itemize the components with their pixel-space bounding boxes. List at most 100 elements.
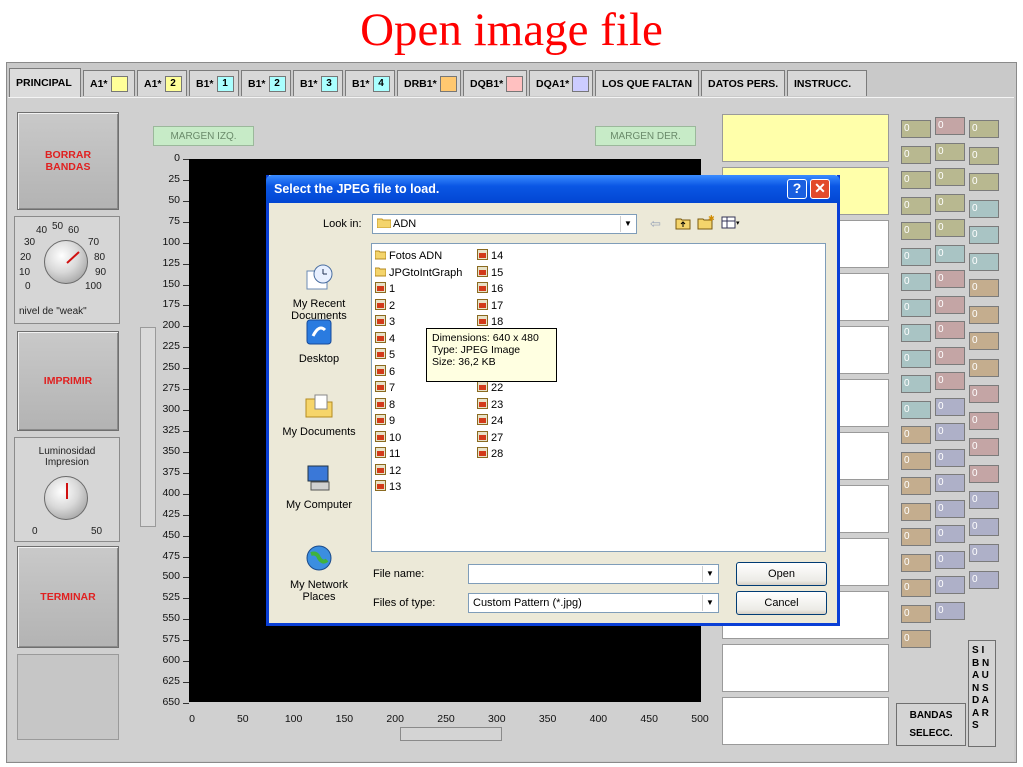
- tab-11[interactable]: DATOS PERS.: [701, 70, 785, 96]
- band-value-field[interactable]: 0: [969, 252, 999, 271]
- band-value-field[interactable]: 0: [935, 474, 965, 492]
- band-value-field[interactable]: 0: [935, 117, 965, 135]
- band-value-field[interactable]: 0: [901, 120, 931, 138]
- band-value-field[interactable]: 0: [901, 553, 931, 572]
- band-value-field[interactable]: 0: [935, 321, 965, 339]
- file-item[interactable]: 22: [477, 380, 503, 396]
- file-item[interactable]: 3: [375, 314, 395, 330]
- file-item[interactable]: 5: [375, 347, 395, 363]
- bandas-selecc-button[interactable]: BANDAS SELECC.: [896, 703, 966, 746]
- file-item[interactable]: 28: [477, 446, 503, 462]
- band-value-field[interactable]: 0: [935, 270, 965, 288]
- file-item[interactable]: 24: [477, 413, 503, 429]
- band-value-field[interactable]: 0: [935, 372, 965, 390]
- band-value-field[interactable]: 0: [969, 464, 999, 483]
- band-value-field[interactable]: 0: [969, 411, 999, 430]
- place-network[interactable]: My Network Places: [274, 530, 364, 615]
- band-value-field[interactable]: 0: [935, 576, 965, 594]
- file-item[interactable]: 6: [375, 364, 395, 380]
- band-value-field[interactable]: 0: [935, 423, 965, 441]
- margen-der-control[interactable]: MARGEN DER.: [595, 126, 696, 146]
- tab-10[interactable]: LOS QUE FALTAN: [595, 70, 699, 96]
- band-value-field[interactable]: 0: [969, 358, 999, 377]
- file-item[interactable]: JPGtoIntGraph: [375, 265, 462, 281]
- file-item[interactable]: 4: [375, 331, 395, 347]
- file-item[interactable]: 17: [477, 298, 503, 314]
- cancel-button[interactable]: Cancel: [736, 591, 827, 615]
- file-item[interactable]: 27: [477, 430, 503, 446]
- band-value-field[interactable]: 0: [901, 375, 931, 393]
- band-value-field[interactable]: 0: [901, 400, 931, 419]
- file-item[interactable]: 10: [375, 430, 401, 446]
- band-value-field[interactable]: 0: [935, 193, 965, 212]
- look-in-dropdown[interactable]: ADN ▼: [372, 214, 637, 234]
- back-icon[interactable]: ⇦: [650, 216, 661, 232]
- band-value-field[interactable]: 0: [901, 502, 931, 521]
- band-value-field[interactable]: 0: [935, 168, 965, 186]
- file-item[interactable]: 23: [477, 397, 503, 413]
- band-value-field[interactable]: 0: [901, 477, 931, 495]
- place-my-documents[interactable]: My Documents: [274, 389, 364, 438]
- band-value-field[interactable]: 0: [935, 448, 965, 467]
- weak-level-knob[interactable]: [44, 240, 88, 284]
- band-value-field[interactable]: 0: [901, 145, 931, 164]
- files-of-type-dropdown[interactable]: Custom Pattern (*.jpg) ▼: [468, 593, 719, 613]
- band-value-field[interactable]: 0: [935, 525, 965, 543]
- banda-slot[interactable]: [722, 114, 889, 162]
- band-value-field[interactable]: 0: [901, 604, 931, 623]
- band-value-field[interactable]: 0: [969, 173, 999, 191]
- band-value-field[interactable]: 0: [901, 222, 931, 240]
- up-folder-icon[interactable]: [675, 215, 691, 235]
- close-icon[interactable]: ✕: [810, 179, 830, 199]
- file-item[interactable]: 16: [477, 281, 503, 297]
- tab-9[interactable]: DQA1*: [529, 70, 593, 96]
- terminar-button[interactable]: TERMINAR: [17, 546, 119, 648]
- band-value-field[interactable]: 0: [969, 570, 999, 589]
- horizontal-scrollbar[interactable]: [400, 727, 502, 741]
- tab-6[interactable]: B1* 4: [345, 70, 395, 96]
- file-item[interactable]: 13: [375, 479, 401, 495]
- band-value-field[interactable]: 0: [935, 550, 965, 569]
- luminosidad-knob[interactable]: [44, 476, 88, 520]
- band-value-field[interactable]: 0: [935, 244, 965, 263]
- tab-2[interactable]: A1* 2: [137, 70, 187, 96]
- band-value-field[interactable]: 0: [935, 601, 965, 620]
- band-value-field[interactable]: 0: [969, 491, 999, 509]
- file-list[interactable]: Fotos ADN JPGtoIntGraph 1 2 3 4 5 6 7 8 9 10 11 12 13 1…: [371, 243, 826, 552]
- band-value-field[interactable]: 0: [969, 305, 999, 324]
- file-item[interactable]: 12: [375, 463, 401, 479]
- band-value-field[interactable]: 0: [935, 295, 965, 314]
- view-menu-icon[interactable]: ▾: [721, 215, 743, 235]
- margen-izq-control[interactable]: MARGEN IZQ.: [153, 126, 254, 146]
- band-value-field[interactable]: 0: [969, 438, 999, 456]
- open-button[interactable]: Open: [736, 562, 827, 586]
- bandas-sin-usar-button[interactable]: S IB NA UN SD AA RS: [968, 640, 996, 747]
- file-item[interactable]: 8: [375, 397, 395, 413]
- banda-slot[interactable]: [722, 644, 889, 692]
- tab-12[interactable]: INSTRUCC.: [787, 70, 867, 96]
- file-item[interactable]: 11: [375, 446, 400, 462]
- place-desktop[interactable]: Desktop: [274, 316, 364, 365]
- band-value-field[interactable]: 0: [901, 171, 931, 189]
- band-value-field[interactable]: 0: [969, 279, 999, 297]
- file-name-input[interactable]: ▼: [468, 564, 719, 584]
- band-value-field[interactable]: 0: [935, 499, 965, 518]
- band-value-field[interactable]: 0: [969, 226, 999, 244]
- tab-1[interactable]: A1*: [83, 70, 135, 96]
- tab-4[interactable]: B1* 2: [241, 70, 291, 96]
- band-value-field[interactable]: 0: [935, 346, 965, 365]
- band-value-field[interactable]: 0: [901, 247, 931, 266]
- borrar-bandas-button[interactable]: BORRAR BANDAS: [17, 112, 119, 210]
- tab-0[interactable]: PRINCIPAL: [9, 68, 81, 97]
- band-value-field[interactable]: 0: [969, 332, 999, 350]
- band-value-field[interactable]: 0: [901, 324, 931, 342]
- band-value-field[interactable]: 0: [969, 199, 999, 218]
- tab-3[interactable]: B1* 1: [189, 70, 239, 96]
- band-value-field[interactable]: 0: [969, 544, 999, 562]
- tab-8[interactable]: DQB1*: [463, 70, 527, 96]
- band-value-field[interactable]: 0: [901, 528, 931, 546]
- band-value-field[interactable]: 0: [935, 219, 965, 237]
- file-item[interactable]: 14: [477, 248, 503, 264]
- new-folder-icon[interactable]: ✱: [697, 214, 715, 235]
- tab-5[interactable]: B1* 3: [293, 70, 343, 96]
